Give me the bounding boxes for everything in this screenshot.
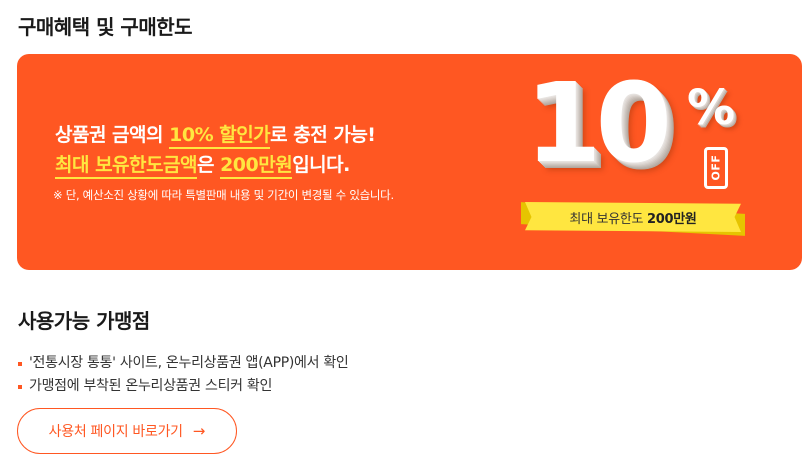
off-label: OFF [709,154,723,181]
limit-connector: 은 [196,154,221,176]
limit-ribbon: 최대 보유한도 200만원 [521,200,745,236]
banner-headline-suffix: 로 충전 가능! [270,124,376,146]
list-item-text: 가맹점에 부착된 온누리상품권 스티커 확인 [29,378,273,394]
bullet-icon [18,362,22,366]
ribbon-label: 최대 보유한도 [569,211,648,227]
banner-headline-prefix: 상품권 금액의 [55,124,170,146]
arrow-right-icon: → [192,421,206,440]
ribbon-text: 최대 보유한도 200만원 [569,208,696,227]
banner-notice: ※ 단, 예산소진 상황에 따라 특별판매 내용 및 기간이 변경될 수 있습니… [53,188,394,202]
ribbon-body: 최대 보유한도 200만원 [525,202,741,232]
ribbon-value: 200만원 [647,211,697,227]
merchant-page-button-label: 사용처 페이지 바로가기 [48,424,183,440]
benefits-title: 구매혜택 및 구매한도 [18,15,193,39]
percent-sign: % [687,80,736,136]
discount-highlight: 10% 할인가 [169,124,271,149]
bullet-icon [18,385,22,389]
limit-amount-highlight: 200만원 [220,154,293,179]
merchant-info-list: '전통시장 통통' 사이트, 온누리상품권 앱(APP)에서 확인 가맹점에 부… [18,352,349,398]
discount-number: 10 [525,59,672,187]
limit-suffix: 입니다. [292,154,350,176]
limit-label-highlight: 최대 보유한도금액 [55,154,197,179]
discount-banner: 상품권 금액의 10% 할인가로 충전 가능! 최대 보유한도금액은 200만원… [17,54,802,270]
merchant-page-button[interactable]: 사용처 페이지 바로가기 → [17,408,237,454]
list-item-text: '전통시장 통통' 사이트, 온누리상품권 앱(APP)에서 확인 [29,355,349,371]
banner-limit-line: 최대 보유한도금액은 200만원입니다. [55,150,350,179]
merchants-title: 사용가능 가맹점 [18,309,150,333]
list-item: '전통시장 통통' 사이트, 온누리상품권 앱(APP)에서 확인 [18,352,349,375]
off-badge: OFF [704,147,728,189]
banner-headline: 상품권 금액의 10% 할인가로 충전 가능! [55,120,376,149]
list-item: 가맹점에 부착된 온누리상품권 스티커 확인 [18,375,348,398]
